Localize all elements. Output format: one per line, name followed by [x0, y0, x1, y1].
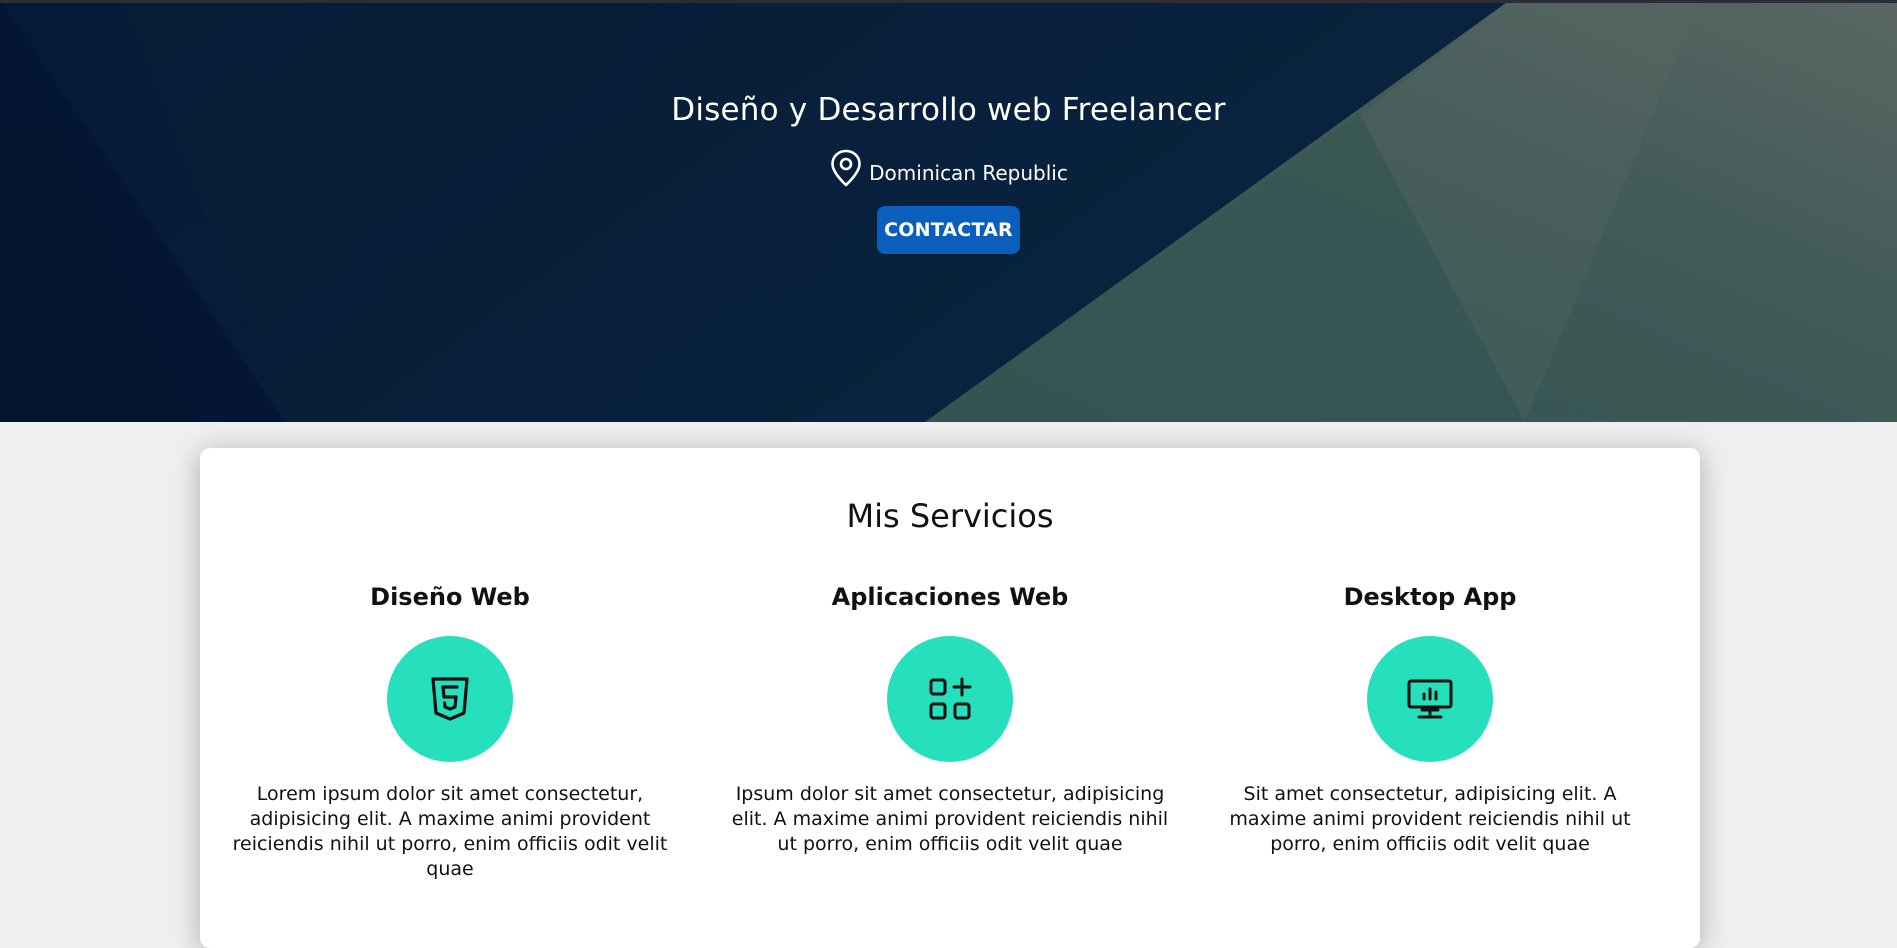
- service-item-web-design: Diseño Web Lorem ipsum dolor sit amet co…: [230, 582, 670, 882]
- location-text: Dominican Republic: [869, 161, 1068, 185]
- location: Dominican Republic: [829, 147, 1068, 187]
- service-name: Aplicaciones Web: [831, 583, 1069, 611]
- hero-content: Diseño y Desarrollo web Freelancer Domin…: [0, 0, 1897, 422]
- contact-button[interactable]: CONTACTAR: [877, 206, 1020, 254]
- service-name: Desktop App: [1343, 583, 1517, 611]
- services-card: Mis Servicios Diseño Web Lorem ipsum dol…: [200, 448, 1700, 948]
- top-border: [0, 0, 1897, 3]
- services-title: Mis Servicios: [846, 497, 1054, 535]
- service-description: Lorem ipsum dolor sit amet consectetur, …: [232, 783, 668, 880]
- hero-section: Diseño y Desarrollo web Freelancer Domin…: [0, 0, 1897, 422]
- service-item-web-apps: Aplicaciones Web Ipsum dolor sit amet co…: [730, 582, 1170, 857]
- service-icon-circle: [887, 636, 1013, 762]
- apps-add-icon: [929, 677, 972, 720]
- service-description: Sit amet consectetur, adipisicing elit. …: [1229, 783, 1631, 855]
- desktop-monitor-icon: [1407, 679, 1453, 719]
- service-item-desktop-app: Desktop App Sit amet consectetur, adipis…: [1210, 582, 1650, 857]
- hero-title: Diseño y Desarrollo web Freelancer: [671, 92, 1226, 128]
- service-icon-circle: [387, 636, 513, 762]
- map-pin-icon: [831, 149, 861, 187]
- service-icon-circle: [1367, 636, 1493, 762]
- html5-icon: [431, 677, 469, 721]
- service-description: Ipsum dolor sit amet consectetur, adipis…: [731, 783, 1169, 855]
- service-name: Diseño Web: [370, 583, 530, 611]
